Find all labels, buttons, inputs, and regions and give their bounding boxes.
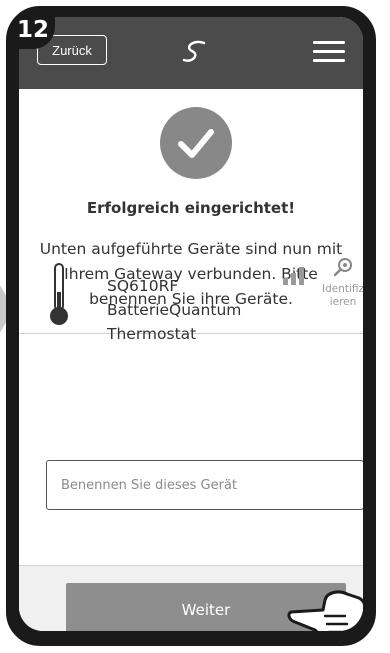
identify-label-2: ieren [329, 296, 357, 308]
footer-divider [19, 565, 363, 566]
identify-search-icon [333, 258, 352, 277]
thermometer-icon [50, 263, 68, 325]
device-type-line2: Thermostat [107, 325, 197, 343]
phone-frame: 12 Zurück Erfolgreich eingerichtet! Unte… [6, 6, 376, 646]
success-title: Erfolgreich eingerichtet! [86, 199, 296, 217]
swirl-logo-icon [182, 40, 206, 62]
hamburger-menu-icon[interactable] [313, 41, 345, 62]
checkmark-icon [160, 107, 232, 179]
app-screen: Zurück Erfolgreich eingerichtet! Unten a… [19, 17, 363, 631]
device-name: SQ610RF BatterieQuantum Thermostat [107, 274, 241, 346]
device-model: SQ610RF [107, 277, 179, 295]
identify-button[interactable]: Identifiz ieren [319, 257, 363, 309]
identify-label-1: Identifiz [321, 283, 363, 295]
pointing-hand-icon [287, 590, 363, 631]
device-type-line1: BatterieQuantum [107, 301, 242, 319]
device-name-input[interactable] [46, 460, 363, 510]
signal-strength-icon [283, 267, 304, 285]
app-header: Zurück [19, 17, 363, 89]
